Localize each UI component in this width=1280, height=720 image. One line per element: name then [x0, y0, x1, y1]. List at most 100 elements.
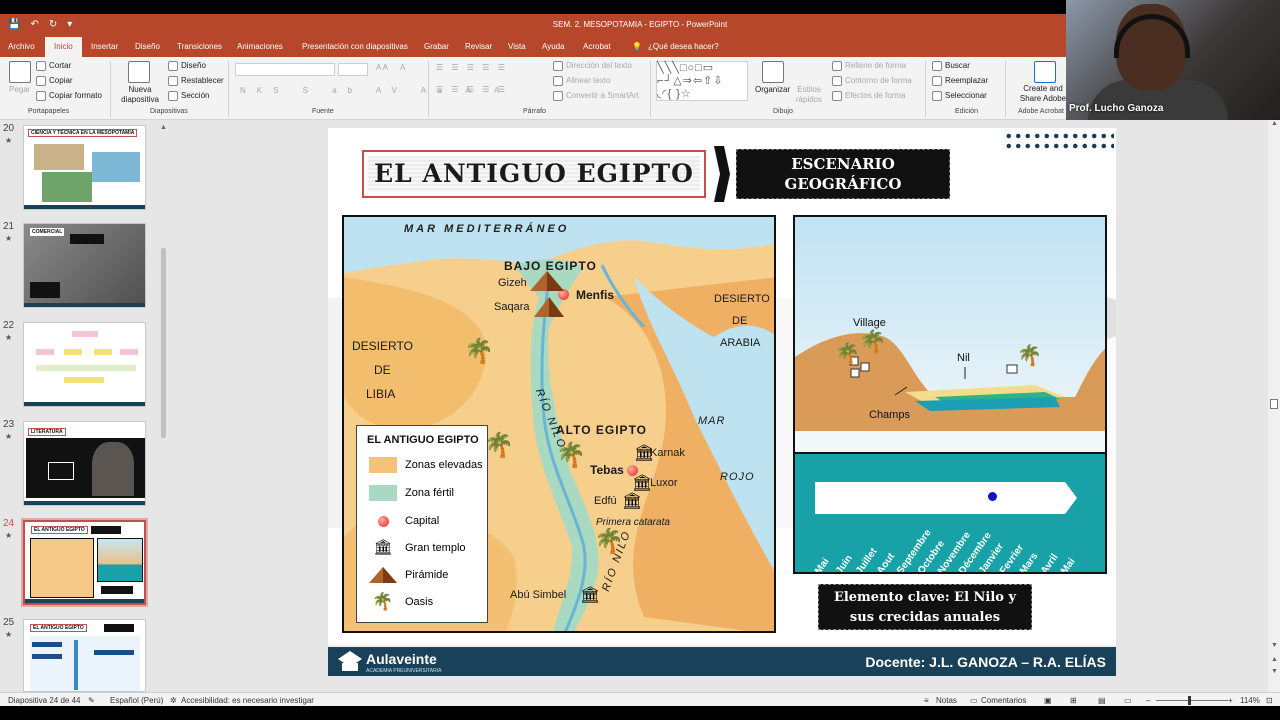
clear-format-icon[interactable]: A — [400, 63, 405, 72]
legend-item-oasis: 🌴 Oasis — [369, 592, 433, 611]
direccion-texto-button[interactable]: Dirección del texto — [553, 61, 632, 71]
thumbnail-scrollbar[interactable]: ▲ — [158, 124, 168, 690]
transition-star-icon: ★ — [5, 630, 13, 639]
temple-icon: 🏛 — [373, 539, 393, 556]
palm-oasis-icon: 🌴 — [556, 442, 586, 469]
thumb-number: 20 — [3, 123, 15, 134]
slide-24[interactable]: EL ANTIGUO EGIPTO ESCENARIO GEOGRÁFICO M… — [328, 128, 1116, 676]
tab-acrobat[interactable]: Acrobat — [583, 41, 611, 57]
zoom-level[interactable]: 114% — [1240, 696, 1260, 705]
font-name-box[interactable] — [235, 63, 335, 76]
zoom-slider[interactable] — [1156, 700, 1228, 701]
dots-decoration — [1004, 131, 1114, 151]
thumb-number: 21 — [3, 221, 15, 232]
zoom-in-button[interactable]: + — [1228, 696, 1233, 705]
slide-counter: Diapositiva 24 de 44 — [8, 696, 81, 705]
palm-tree-icon: 🌴 — [1017, 345, 1042, 367]
pegar-button[interactable]: Pegar — [9, 85, 30, 94]
thumbnail-slide-21[interactable]: COMERCIAL — [23, 223, 146, 308]
tab-insertar[interactable]: Insertar — [91, 41, 118, 57]
thumbnail-slide-25[interactable]: EL ANTIGUO EGIPTO — [23, 619, 146, 692]
thumbnail-slide-23[interactable]: LITERATURA — [23, 421, 146, 506]
slideshow-icon[interactable]: ▭ — [1124, 696, 1132, 705]
editor-vertical-scrollbar[interactable]: ▲ ▼ ▲ ▼ — [1268, 120, 1280, 692]
webcam-overlay: Prof. Lucho Ganoza — [1066, 0, 1280, 120]
slide-sorter-icon[interactable]: ⊞ — [1070, 696, 1077, 705]
tab-presentacion[interactable]: Presentación con diapositivas — [302, 41, 408, 57]
tab-revisar[interactable]: Revisar — [465, 41, 492, 57]
tab-archivo[interactable]: Archivo — [8, 41, 35, 57]
diseno-button[interactable]: Diseño — [168, 61, 206, 71]
section-icon — [168, 91, 178, 101]
tab-grabar[interactable]: Grabar — [424, 41, 449, 57]
format-painter-icon — [36, 91, 46, 101]
palm-tree-icon: 🌴 — [835, 343, 860, 365]
tell-me-search[interactable]: ¿Qué desea hacer? — [648, 41, 719, 57]
tab-transiciones[interactable]: Transiciones — [177, 41, 222, 57]
reading-view-icon[interactable]: ▤ — [1098, 696, 1106, 705]
font-size-box[interactable] — [338, 63, 368, 76]
list-buttons[interactable]: ☰ ☰ ☰ ☰ ☰ — [436, 63, 508, 72]
subtitle-box: ESCENARIO GEOGRÁFICO — [736, 149, 950, 199]
efectos-button[interactable]: Efectos de forma — [832, 91, 905, 101]
new-slide-icon[interactable] — [128, 61, 150, 83]
zoom-slider-thumb[interactable] — [1188, 696, 1191, 705]
zoom-out-button[interactable]: – — [1146, 696, 1150, 705]
notes-icon[interactable]: ≡ — [924, 696, 929, 705]
estilos-rapidos-button[interactable]: Estilos rápidos — [792, 85, 826, 105]
paste-icon[interactable] — [9, 61, 31, 83]
contorno-button[interactable]: Contorno de forma — [832, 76, 912, 86]
subtitle: ESCENARIO GEOGRÁFICO — [784, 155, 902, 193]
palm-oasis-icon: 🌴 — [464, 338, 494, 365]
alinear-texto-button[interactable]: Alinear texto — [553, 76, 610, 86]
seleccionar-button[interactable]: Seleccionar — [932, 91, 987, 101]
comments-icon[interactable]: ▭ — [970, 696, 978, 705]
label-champs: Champs — [869, 409, 910, 421]
thumbnail-slide-24[interactable]: EL ANTIGUO EGIPTO — [21, 518, 148, 607]
seccion-button[interactable]: Sección — [168, 91, 209, 101]
fit-slide-icon[interactable]: ⊡ — [1266, 696, 1273, 705]
buscar-button[interactable]: Buscar — [932, 61, 970, 71]
tab-vista[interactable]: Vista — [508, 41, 526, 57]
organizar-button[interactable]: Organizar — [755, 85, 790, 94]
cortar-button[interactable]: Cortar — [36, 61, 71, 71]
shapes-gallery[interactable]: ╲╲╲□○□▭ ⌐┘△⇒⇦⇧⇩ ◟◜{ }☆ — [656, 61, 748, 101]
label-desierto-libia-3: LIBIA — [366, 387, 396, 401]
restablecer-button[interactable]: Restablecer — [168, 76, 224, 86]
create-pdf-button[interactable]: Create and Share Adobe PDF — [1013, 84, 1073, 104]
transition-star-icon: ★ — [5, 234, 13, 243]
copiar-formato-button[interactable]: Copiar formato — [36, 91, 102, 101]
thumbnail-slide-20[interactable]: CIENCIA Y TÉCNICA EN LA MESOPOTAMIA — [23, 125, 146, 210]
label-rojo: ROJO — [720, 471, 755, 483]
tab-animaciones[interactable]: Animaciones — [237, 41, 283, 57]
label-saqara: Saqara — [494, 301, 530, 313]
adobe-pdf-icon[interactable] — [1034, 61, 1056, 83]
reemplazar-button[interactable]: Reemplazar — [932, 76, 988, 86]
spellcheck-icon[interactable]: ✎ — [88, 696, 95, 705]
tab-diseno[interactable]: Diseño — [135, 41, 160, 57]
thumb-number: 22 — [3, 320, 15, 331]
font-grow-icon[interactable]: A A — [376, 63, 388, 72]
label-desierto-arabia-2: DE — [732, 315, 748, 327]
smartart-button[interactable]: Convertir a SmartArt — [553, 91, 639, 101]
align-buttons[interactable]: ☰ ☰ ☰ ☰ ☰ — [436, 85, 508, 94]
accessibility-icon[interactable]: ✲ — [170, 696, 177, 705]
arrange-icon[interactable] — [762, 61, 784, 83]
notas-button[interactable]: Notas — [936, 696, 957, 705]
normal-view-icon[interactable]: ▣ — [1044, 696, 1052, 705]
comentarios-button[interactable]: Comentarios — [981, 696, 1026, 705]
copiar-button[interactable]: Copiar — [36, 76, 73, 86]
relleno-button[interactable]: Relleno de forma — [832, 61, 906, 71]
label-desierto-arabia-1: DESIERTO — [714, 293, 770, 305]
palm-oasis-icon: 🌴 — [372, 592, 394, 611]
nueva-diapositiva-button[interactable]: Nueva diapositiva — [116, 85, 164, 105]
temple-icon-luxor: 🏛 — [632, 475, 653, 492]
tab-inicio[interactable]: Inicio — [45, 37, 82, 57]
accessibility-status[interactable]: Accesibilidad: es necesario investigar — [181, 696, 314, 705]
group-fuente: Fuente — [312, 108, 334, 115]
language-indicator[interactable]: Español (Perú) — [110, 696, 163, 705]
thumbnail-slide-22[interactable] — [23, 322, 146, 407]
label-karnak: Karnak — [650, 447, 685, 459]
tab-ayuda[interactable]: Ayuda — [542, 41, 565, 57]
text-direction-icon — [553, 61, 563, 71]
